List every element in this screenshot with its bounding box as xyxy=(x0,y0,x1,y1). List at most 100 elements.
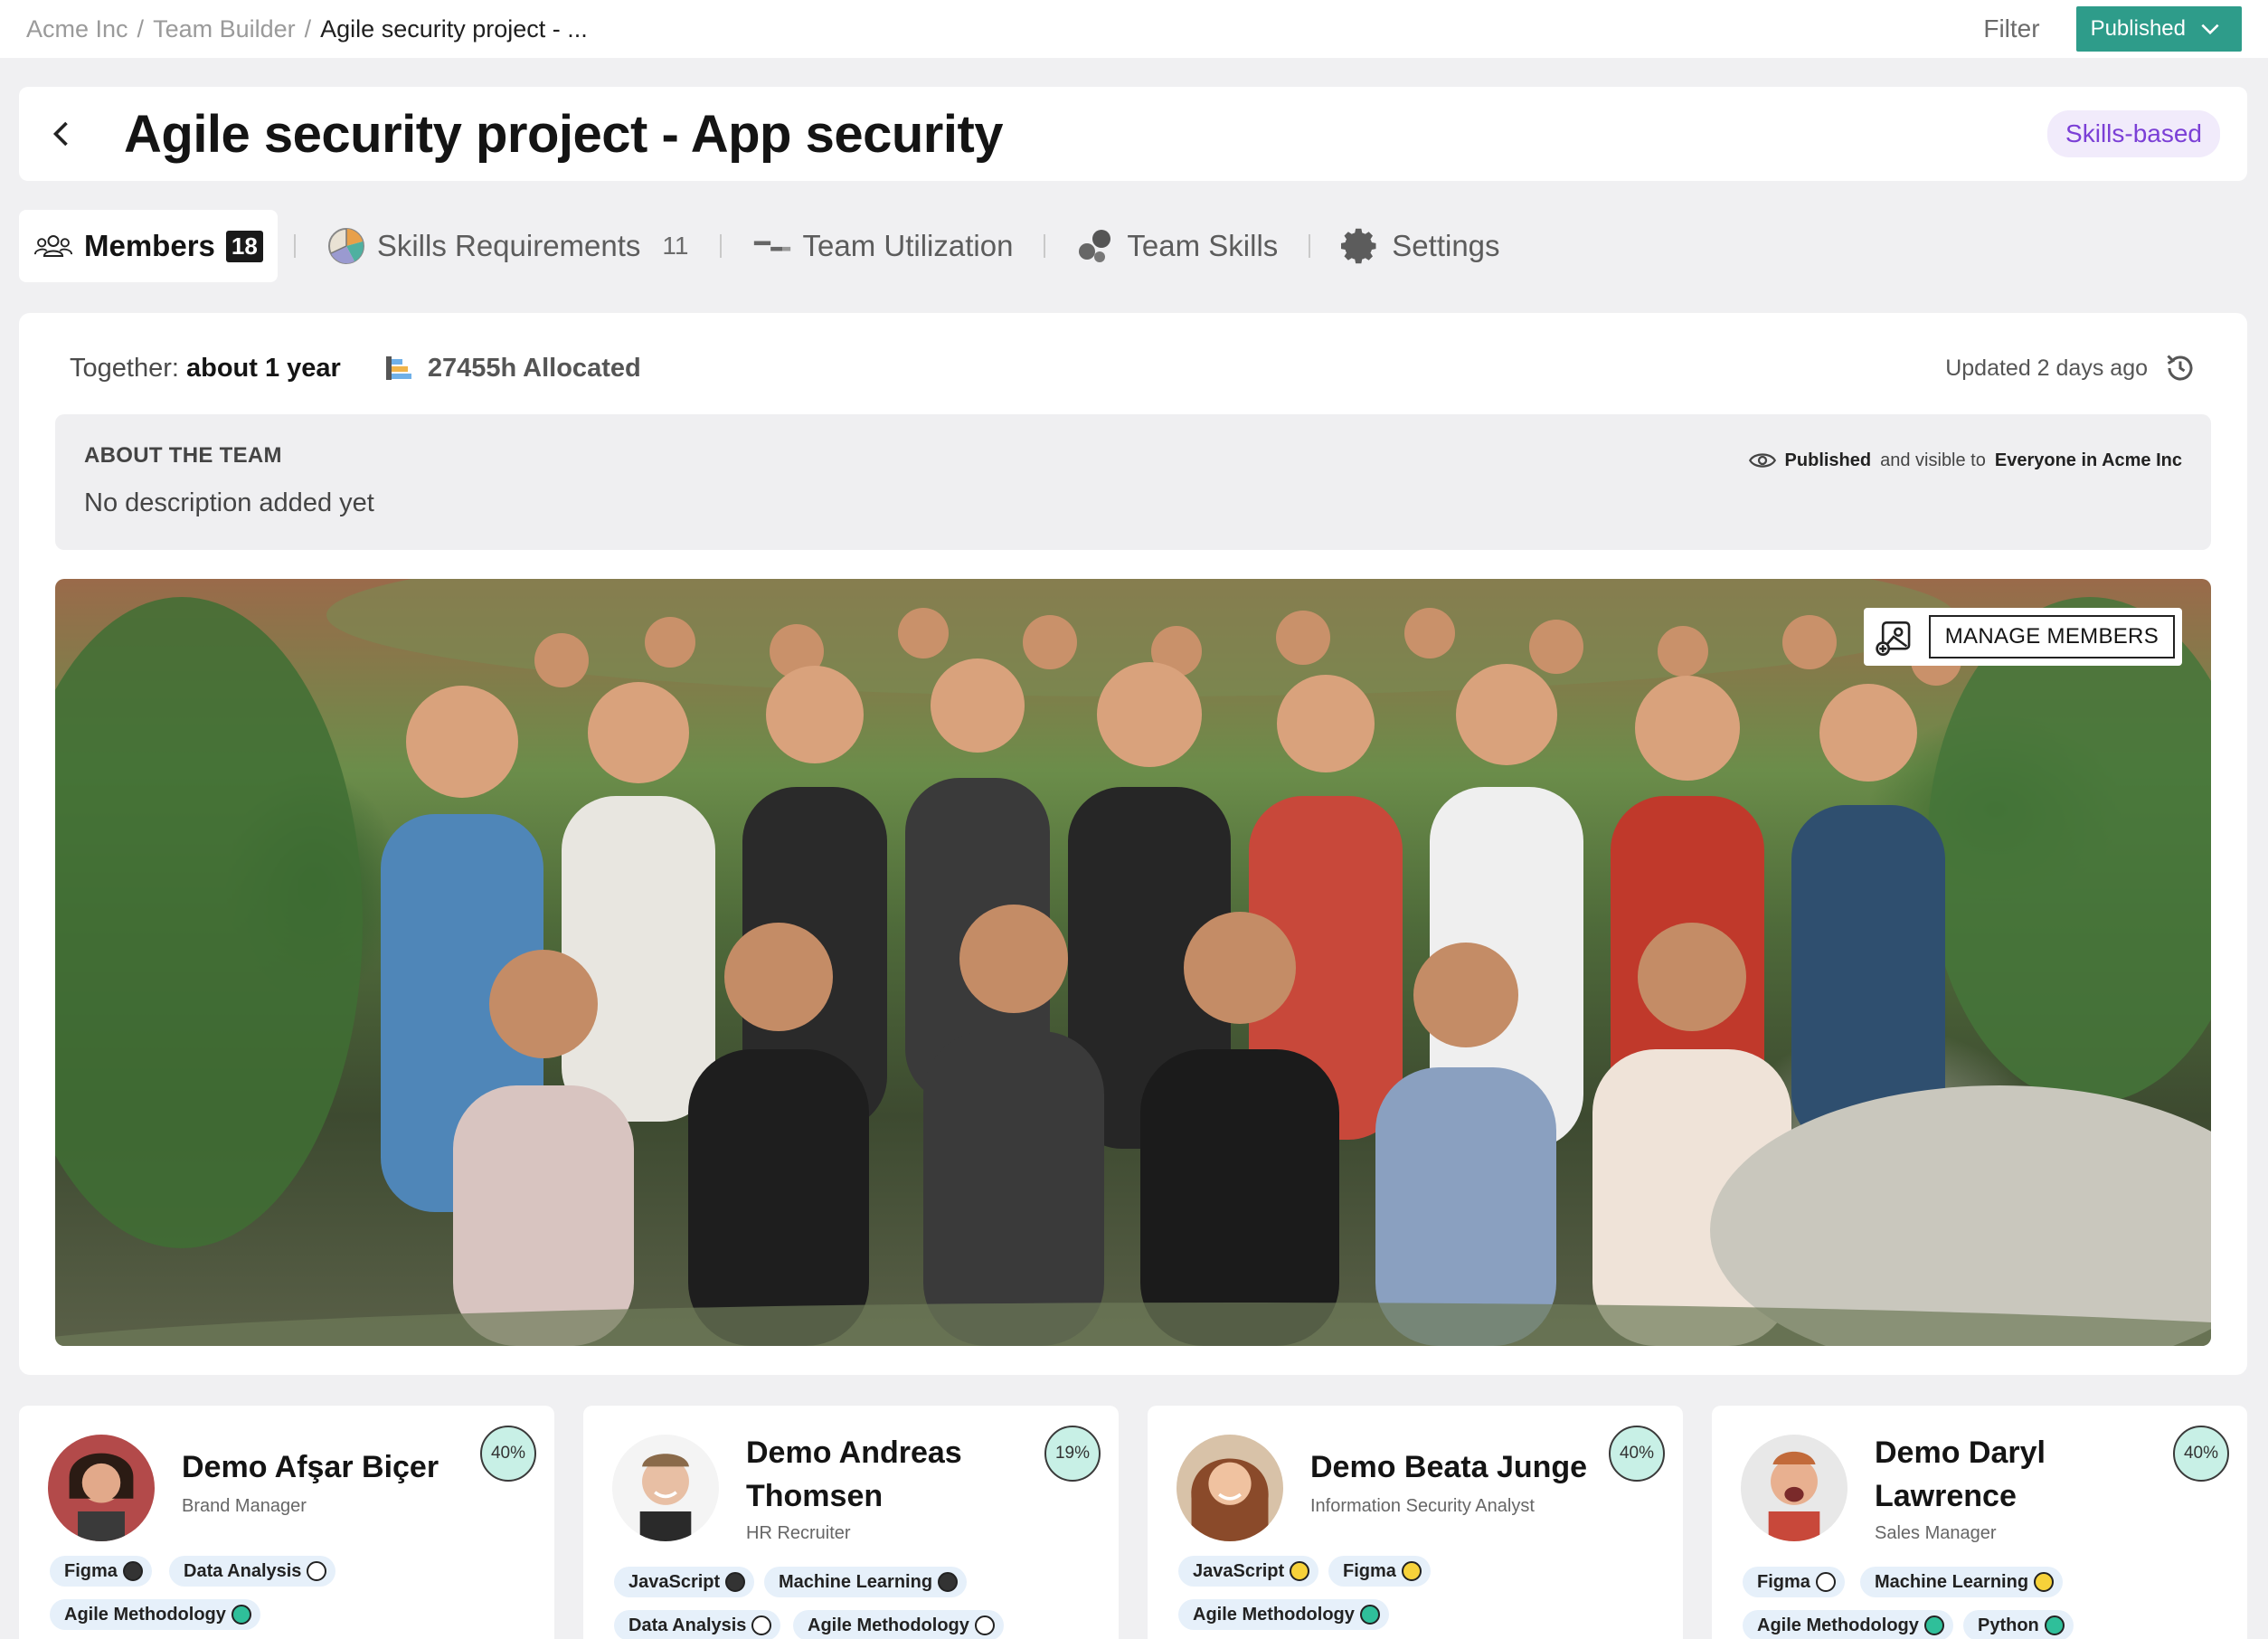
skill-level-dot xyxy=(1815,1572,1836,1592)
skill-chip: Machine Learning xyxy=(764,1567,968,1597)
back-arrow-icon[interactable] xyxy=(46,118,79,150)
avatar-photo xyxy=(1177,1435,1283,1541)
avatar xyxy=(1741,1435,1847,1541)
skill-level-dot xyxy=(307,1561,327,1581)
skill-label: Python xyxy=(1978,1615,2039,1635)
skill-label: Data Analysis xyxy=(184,1560,302,1581)
chevron-down-icon xyxy=(2201,24,2219,35)
skill-chip: Agile Methodology xyxy=(50,1599,260,1630)
visibility-audience: Everyone in Acme Inc xyxy=(1994,450,2182,470)
member-name: Demo Andreas Thomsen xyxy=(746,1435,962,1513)
member-card[interactable]: Demo Beata Junge Information Security An… xyxy=(1148,1406,1683,1639)
avatar-photo xyxy=(48,1435,155,1541)
skill-chip: Data Analysis xyxy=(169,1556,336,1587)
skill-level-dot xyxy=(2034,1572,2055,1592)
skill-label: Agile Methodology xyxy=(1757,1615,1919,1635)
gear-icon xyxy=(1341,228,1376,264)
team-stats-row: Together: about 1 year 27455h Allocated … xyxy=(70,346,2197,391)
visibility-status: Published xyxy=(1784,450,1872,470)
avatar xyxy=(612,1435,719,1541)
add-image-icon[interactable] xyxy=(1875,618,1913,656)
skill-level-dot xyxy=(751,1615,772,1635)
breadcrumb-item-current: Agile security project - ... xyxy=(320,14,588,43)
team-photo: MANAGE MEMBERS xyxy=(55,579,2211,1346)
tab-divider xyxy=(293,234,296,258)
member-card[interactable]: Demo Andreas Thomsen HR Recruiter 19% Ja… xyxy=(583,1406,1119,1639)
tab-skills-requirements[interactable]: Skills Requirements 11 xyxy=(312,210,704,282)
members-icon xyxy=(33,234,73,258)
allocation-percent: 40% xyxy=(2173,1426,2229,1482)
skills-bubbles-icon xyxy=(1079,230,1111,262)
tab-team-utilization-label: Team Utilization xyxy=(802,229,1014,262)
member-role: Information Security Analyst xyxy=(1310,1496,1535,1516)
top-bar: Acme Inc / Team Builder / Agile security… xyxy=(0,0,2268,58)
allocation-percent: 40% xyxy=(1609,1426,1665,1482)
breadcrumb-item-team-builder[interactable]: Team Builder xyxy=(153,15,296,43)
breadcrumb-separator: / xyxy=(137,14,145,43)
skill-chip: JavaScript xyxy=(614,1567,755,1597)
skill-label: Figma xyxy=(64,1560,118,1581)
skill-chip: Data Analysis xyxy=(614,1610,781,1639)
tab-members[interactable]: Members 18 xyxy=(19,210,278,282)
visibility-connector: and visible to xyxy=(1880,450,1986,470)
skill-level-dot xyxy=(231,1605,251,1625)
together-value: about 1 year xyxy=(185,353,341,383)
allocation-percent: 19% xyxy=(1044,1426,1101,1482)
team-type-badge: Skills-based xyxy=(2047,110,2220,157)
avatar xyxy=(1177,1435,1283,1541)
skill-label: Agile Methodology xyxy=(64,1604,226,1625)
skill-chip: Figma xyxy=(1328,1556,1431,1587)
together-label: Together: xyxy=(70,353,179,383)
last-updated-label: Updated 2 days ago xyxy=(1945,355,2148,381)
about-team-heading: ABOUT THE TEAM xyxy=(84,443,282,468)
tab-settings[interactable]: Settings xyxy=(1327,210,1514,282)
tab-bar: Members 18 Skills Requirements 11 Team U… xyxy=(19,210,1515,282)
breadcrumb-item-org[interactable]: Acme Inc xyxy=(26,15,128,43)
skill-level-dot xyxy=(938,1572,959,1592)
skill-label: Agile Methodology xyxy=(808,1615,969,1635)
skill-label: Machine Learning xyxy=(1875,1571,2029,1592)
skill-level-dot xyxy=(1401,1561,1422,1581)
skill-level-dot xyxy=(974,1615,995,1635)
skill-chip: Agile Methodology xyxy=(1743,1610,1953,1639)
manage-members-button[interactable]: MANAGE MEMBERS xyxy=(1928,615,2175,658)
tab-team-skills[interactable]: Team Skills xyxy=(1062,210,1292,282)
team-overview-card: Together: about 1 year 27455h Allocated … xyxy=(19,313,2247,1375)
skill-chip: Agile Methodology xyxy=(793,1610,1004,1639)
member-card[interactable]: Demo Afşar Biçer Brand Manager 40% Figma… xyxy=(19,1406,554,1639)
member-card[interactable]: Demo Daryl Lawrence Sales Manager 40% Fi… xyxy=(1712,1406,2247,1639)
skill-chip: Python xyxy=(1963,1610,2074,1639)
skill-label: JavaScript xyxy=(628,1571,721,1592)
visibility-info: Published and visible to Everyone in Acm… xyxy=(1748,447,2182,474)
skill-label: Agile Methodology xyxy=(1193,1604,1355,1625)
skill-label: Data Analysis xyxy=(628,1615,747,1635)
skill-chip: Figma xyxy=(1743,1567,1845,1597)
tab-skills-requirements-label: Skills Requirements xyxy=(376,229,641,262)
allocated-hours-label: 27455h Allocated xyxy=(427,353,641,383)
member-name: Demo Afşar Biçer xyxy=(182,1450,439,1484)
tab-team-utilization[interactable]: Team Utilization xyxy=(738,210,1028,282)
tab-divider xyxy=(1309,234,1311,258)
member-name: Demo Daryl Lawrence xyxy=(1875,1435,2046,1513)
skill-label: Figma xyxy=(1343,1560,1396,1581)
member-name: Demo Beata Junge xyxy=(1310,1450,1588,1484)
avatar-photo xyxy=(612,1435,719,1541)
filter-button[interactable]: Filter xyxy=(1983,14,2039,43)
publish-status-dropdown[interactable]: Published xyxy=(2075,6,2242,52)
skill-level-dot xyxy=(1359,1605,1380,1625)
skill-level-dot xyxy=(2044,1615,2065,1635)
publish-status-label: Published xyxy=(2090,16,2186,41)
skill-label: Machine Learning xyxy=(779,1571,933,1592)
member-role: HR Recruiter xyxy=(746,1523,851,1543)
history-icon[interactable] xyxy=(2164,352,2197,384)
allocation-bars-icon xyxy=(385,356,411,380)
avatar-photo xyxy=(1741,1435,1847,1541)
member-role: Brand Manager xyxy=(182,1496,307,1516)
tab-members-label: Members xyxy=(84,229,215,262)
breadcrumb-separator: / xyxy=(304,14,312,43)
skill-level-dot xyxy=(1923,1615,1944,1635)
member-role: Sales Manager xyxy=(1875,1523,1997,1543)
pie-chart-icon xyxy=(327,228,364,264)
members-count-badge: 18 xyxy=(225,230,263,262)
skill-label: Figma xyxy=(1757,1571,1810,1592)
